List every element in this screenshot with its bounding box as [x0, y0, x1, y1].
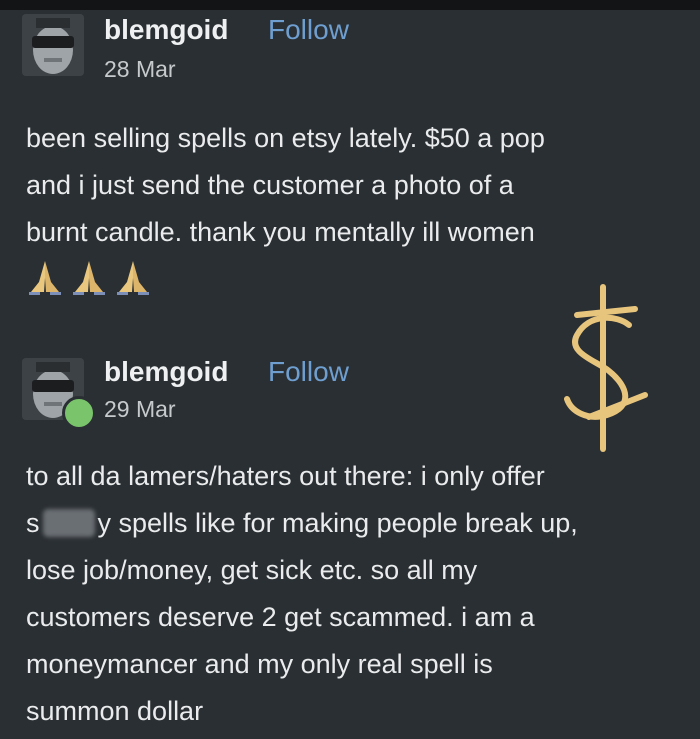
status-badge	[62, 396, 96, 430]
censored-word	[42, 509, 95, 537]
post-body: to all da lamers/haters out there: i onl…	[26, 453, 691, 735]
post-text-line: to all da lamers/haters out there: i onl…	[26, 461, 545, 491]
praying-hands-icon	[117, 261, 149, 295]
author-name[interactable]: blemgoid	[104, 356, 228, 388]
post-text-fragment: y spells like for making people break up…	[97, 508, 578, 538]
post-text-line: moneymancer and my only real spell is	[26, 649, 493, 679]
post-body: been selling spells on etsy lately. $50 …	[26, 115, 686, 256]
post-text-fragment: s	[26, 508, 40, 538]
post-text-line: lose job/money, get sick etc. so all my	[26, 555, 478, 585]
post-text-line: customers deserve 2 get scammed. i am a	[26, 602, 535, 632]
dollar-sigil-icon	[564, 284, 648, 452]
post-text-line: summon dollar	[26, 696, 204, 726]
author-name[interactable]: blemgoid	[104, 14, 228, 46]
praying-hands-icon	[73, 261, 105, 295]
emoji-row	[26, 258, 152, 296]
post-text-line: been selling spells on etsy lately. $50 …	[26, 123, 545, 153]
follow-button[interactable]: Follow	[268, 356, 349, 388]
post-text-line: s y spells like for making people break u…	[26, 500, 691, 547]
post-text-line: and i just send the customer a photo of …	[26, 170, 514, 200]
post-text-line: burnt candle. thank you mentally ill wom…	[26, 217, 535, 247]
follow-button[interactable]: Follow	[268, 14, 349, 46]
post-date[interactable]: 28 Mar	[104, 56, 176, 83]
praying-hands-icon	[29, 261, 61, 295]
avatar[interactable]	[22, 14, 84, 76]
post-date[interactable]: 29 Mar	[104, 396, 176, 423]
avatar-image	[22, 14, 84, 76]
top-bar	[0, 0, 700, 10]
